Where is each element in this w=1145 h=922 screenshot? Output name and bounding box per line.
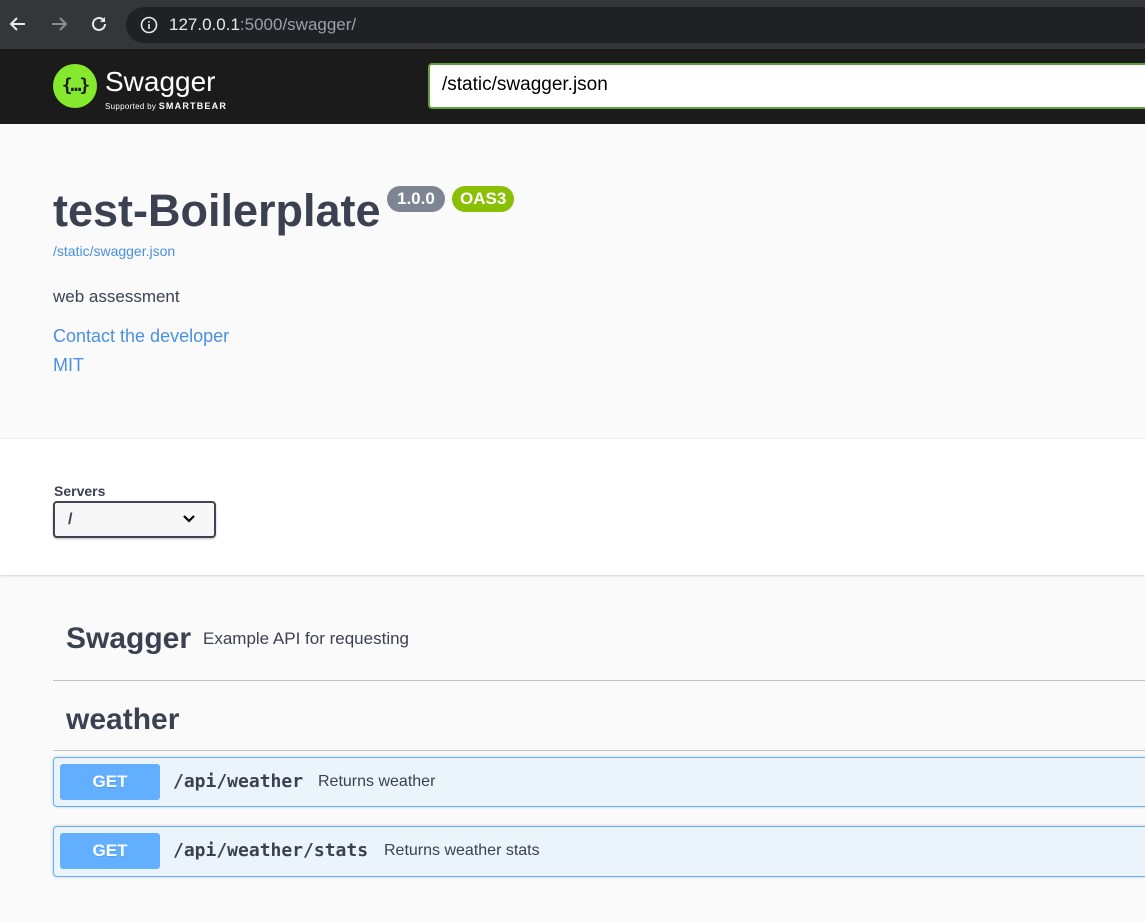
address-url: 127.0.0.1:5000/swagger/ — [169, 15, 356, 35]
version-badge: 1.0.0 — [387, 186, 445, 212]
tagline-prefix: Supported by — [105, 102, 157, 111]
tag-weather-heading[interactable]: weather — [66, 703, 179, 737]
reload-button[interactable] — [87, 12, 111, 36]
swagger-logo-icon[interactable]: {…} — [53, 64, 97, 108]
address-bar[interactable]: 127.0.0.1:5000/swagger/ — [126, 7, 1145, 43]
operation-get-weather[interactable]: GET /api/weather Returns weather — [53, 757, 1145, 807]
operation-path: /api/weather/stats — [173, 840, 369, 861]
chevron-down-icon — [183, 515, 195, 523]
method-badge: GET — [60, 764, 160, 800]
operation-path: /api/weather — [173, 771, 304, 792]
api-title: test-Boilerplate — [53, 185, 381, 236]
operation-summary: Returns weather — [318, 773, 436, 790]
swagger-logo-text: Swagger — [105, 66, 216, 97]
url-path: :5000/swagger/ — [239, 15, 357, 34]
operation-summary: Returns weather stats — [384, 842, 540, 859]
method-badge: GET — [60, 833, 160, 869]
tag-divider — [53, 750, 1145, 751]
tagline-brand: SMARTBEAR — [158, 101, 228, 111]
reload-icon — [92, 16, 106, 31]
servers-section: Servers / — [0, 438, 1145, 575]
servers-selected-value: / — [68, 511, 73, 528]
servers-select[interactable]: / — [53, 501, 216, 538]
forward-arrow-icon — [52, 17, 68, 31]
forward-button[interactable] — [47, 12, 71, 36]
swagger-topbar: {…} Swagger Supported by SMARTBEAR /stat… — [0, 49, 1145, 124]
url-host: 127.0.0.1 — [169, 15, 240, 34]
smartbear-tagline: Supported by SMARTBEAR — [105, 101, 227, 111]
api-description: web assessment — [53, 287, 180, 306]
contact-developer-link[interactable]: Contact the developer — [53, 326, 229, 347]
servers-label: Servers — [54, 483, 106, 499]
spec-url-input[interactable]: /static/swagger.json — [428, 63, 1145, 109]
license-link[interactable]: MIT — [53, 355, 84, 376]
back-arrow-icon — [9, 17, 25, 31]
oas-badge: OAS3 — [452, 186, 515, 212]
site-info-icon[interactable] — [140, 16, 158, 39]
browser-toolbar: 127.0.0.1:5000/swagger/ — [0, 0, 1145, 49]
operation-get-weather-stats[interactable]: GET /api/weather/stats Returns weather s… — [53, 826, 1145, 877]
tag-divider — [53, 680, 1145, 681]
spec-link[interactable]: /static/swagger.json — [53, 243, 175, 259]
tag-swagger-description: Example API for requesting — [203, 629, 410, 648]
tag-swagger-heading[interactable]: Swagger — [66, 622, 191, 656]
back-button[interactable] — [6, 12, 30, 36]
